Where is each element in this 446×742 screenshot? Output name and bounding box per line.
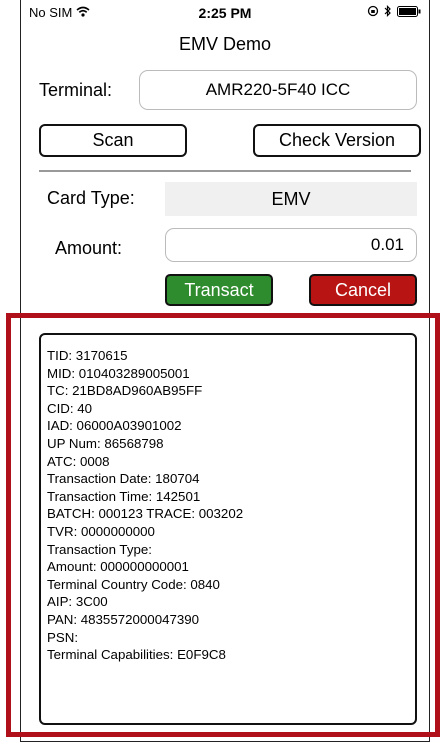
- terminal-label: Terminal:: [39, 80, 113, 100]
- page-title: EMV Demo: [178, 34, 272, 54]
- log-line: TC: 21BD8AD960AB95FF: [47, 383, 203, 399]
- battery-icon: [397, 5, 421, 20]
- log-line: Terminal Country Code: 0840: [47, 576, 220, 592]
- log-line: Transaction Time: 142501: [47, 488, 201, 504]
- divider: [39, 316, 411, 318]
- bluetooth-icon: [384, 5, 392, 20]
- check-version-button[interactable]: Check Version: [253, 124, 421, 157]
- scan-button[interactable]: Scan: [39, 124, 187, 157]
- phone-screen: No SIM 2:25 PM EMV Demo Terminal: AMR220…: [20, 0, 430, 742]
- amount-input[interactable]: 0.01: [165, 228, 417, 262]
- log-line: BATCH: 000123 TRACE: 003202: [47, 506, 244, 522]
- log-line: Terminal Capabilities: E0F9C8: [47, 647, 226, 663]
- terminal-field[interactable]: AMR220-5F40 ICC: [139, 70, 417, 110]
- divider: [39, 170, 411, 172]
- log-line: ATC: 0008: [47, 453, 110, 469]
- log-line: Transaction Date: 180704: [47, 471, 200, 487]
- log-line: TID: 3170615: [47, 348, 128, 363]
- card-type-value: EMV: [165, 182, 417, 216]
- cancel-button[interactable]: Cancel: [309, 274, 417, 306]
- log-line: PAN: 4835572000047390: [47, 611, 200, 627]
- card-type-label: Card Type:: [47, 188, 135, 208]
- log-line: AIP: 3C00: [47, 594, 108, 610]
- transaction-log[interactable]: TID: 3170615 MID: 010403289005001 TC: 21BD…: [39, 333, 417, 725]
- log-line: TVR: 0000000000: [47, 523, 155, 539]
- status-icons: [367, 5, 421, 20]
- log-line: PSN:: [47, 629, 79, 645]
- transact-button[interactable]: Transact: [165, 274, 273, 306]
- log-line: MID: 010403289005001: [47, 365, 190, 381]
- amount-label: Amount:: [55, 238, 123, 258]
- rotation-lock-icon: [367, 5, 379, 20]
- log-line: IAD: 06000A03901002: [47, 418, 182, 434]
- log-line: UP Num: 86568798: [47, 435, 164, 451]
- log-line: Amount: 000000000001: [47, 559, 189, 575]
- log-line: Transaction Type:: [47, 541, 152, 557]
- status-bar: No SIM 2:25 PM: [21, 0, 429, 26]
- log-line: CID: 40: [47, 400, 93, 416]
